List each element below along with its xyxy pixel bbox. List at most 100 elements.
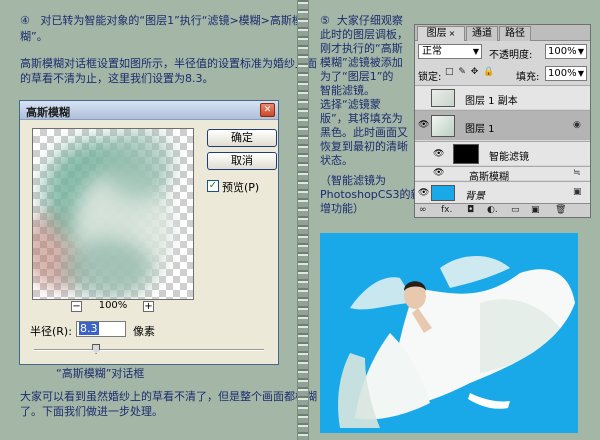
close-icon[interactable]: × <box>449 29 456 38</box>
blur-preview[interactable] <box>32 128 194 300</box>
tab-layers-label: 图层 <box>426 28 447 39</box>
layer-thumbnail <box>431 185 455 201</box>
trash-icon[interactable]: 🗑 <box>555 205 566 215</box>
note-line1: 高斯模糊对话框设置如图所示，半径值的设置标准为婚纱上面 <box>20 57 317 70</box>
step5-line1: ⑤ 大家仔细观察 <box>320 14 403 28</box>
close-button[interactable]: ✕ <box>260 103 275 117</box>
preview-blur-shape <box>103 129 173 199</box>
plus-icon: + <box>144 301 153 312</box>
step5-line: 黑色。此时画面又 <box>320 126 408 139</box>
fx-icon[interactable]: fx. <box>441 205 452 215</box>
minus-icon: − <box>72 301 81 312</box>
step4-text: 对已转为智能对象的“图层1”执行“滤镜>模糊>高斯模 <box>40 14 303 27</box>
chevron-down-icon: ▼ <box>472 47 479 56</box>
blend-mode-value: 正常 <box>422 46 442 57</box>
opacity-label: 不透明度: <box>489 50 533 61</box>
close-icon: ✕ <box>263 105 272 115</box>
opacity-value: 100% <box>548 46 577 57</box>
panel-tabs: 图层 × 通道 路径 <box>415 25 590 41</box>
step5-line: 此时的图层调板， <box>320 28 408 41</box>
blend-mode-select[interactable]: 正常 ▼ <box>418 44 482 59</box>
filter-options-icon[interactable]: ≒ <box>573 168 581 178</box>
filter-mask-thumbnail[interactable] <box>453 144 479 164</box>
add-mask-icon[interactable]: ◘ <box>467 205 474 215</box>
radius-value: 8.3 <box>79 322 99 335</box>
step5-line: 恢复到最初的清晰 <box>320 140 408 153</box>
step4-number: ④ <box>20 14 30 27</box>
eye-icon[interactable]: 👁 <box>433 168 444 178</box>
step5-number: ⑤ <box>320 14 330 27</box>
tutorial-page: ④ 对已转为智能对象的“图层1”执行“滤镜>模糊>高斯模 糊”。 高斯模糊对话框… <box>0 0 600 440</box>
note-line2: 的草看不清为止，这里我们设置为8.3。 <box>20 72 214 85</box>
bride-photo-illustration <box>338 255 575 428</box>
chevron-down-icon: ▼ <box>577 69 584 78</box>
dialog-title-bar: 高斯模糊 ✕ <box>20 101 278 120</box>
eye-icon[interactable]: 👁 <box>418 120 429 130</box>
zoom-in-button[interactable]: + <box>143 301 154 312</box>
step5-note-line: 增功能） <box>320 202 364 215</box>
smart-object-icon: ◉ <box>573 120 581 130</box>
step4-line1: ④ 对已转为智能对象的“图层1”执行“滤镜>模糊>高斯模 <box>20 14 303 28</box>
step5-note-line: （智能滤镜为 <box>320 174 386 187</box>
new-group-icon[interactable]: ▭ <box>511 205 520 215</box>
bride-photo <box>320 233 578 433</box>
fill-label: 填充: <box>516 72 540 83</box>
layer-row-smart-filters[interactable]: 👁 智能滤镜 <box>415 141 590 165</box>
layer-thumbnail <box>431 115 455 137</box>
layer-row-layer1[interactable]: 👁 图层 1 ◉ <box>415 110 590 140</box>
lock-label: 锁定: <box>418 72 442 83</box>
tab-paths-label: 路径 <box>505 28 525 39</box>
layer-name: 智能滤镜 <box>489 152 529 163</box>
radius-label: 半径(R): <box>30 325 72 338</box>
tab-layers[interactable]: 图层 × <box>417 26 465 41</box>
opacity-input[interactable]: 100% ▼ <box>545 44 587 59</box>
step5-line: 智能滤镜。 <box>320 84 375 97</box>
radius-slider-thumb[interactable] <box>92 344 101 354</box>
preview-label: 预览(P) <box>222 181 260 194</box>
preview-blur-shape <box>63 239 153 299</box>
spiral-binding <box>297 0 309 440</box>
zoom-out-button[interactable]: − <box>71 301 82 312</box>
ok-button[interactable]: 确定 <box>207 129 277 147</box>
fill-value: 100% <box>548 68 577 79</box>
layer-row-background[interactable]: 👁 背景 ▣ <box>415 181 590 203</box>
dialog-title: 高斯模糊 <box>26 106 70 119</box>
layer-row-gaussian-blur[interactable]: 👁 高斯模糊 ≒ <box>415 166 590 183</box>
step4-line2: 糊”。 <box>20 30 48 43</box>
check-icon: ✓ <box>208 180 218 191</box>
zoom-level: 100% <box>98 300 128 311</box>
link-icon[interactable]: ∞ <box>419 205 427 215</box>
step5-note-line: PhotoshopCS3的新 <box>320 188 422 201</box>
radius-input[interactable]: 8.3 <box>76 321 126 337</box>
radius-unit: 像素 <box>133 325 155 338</box>
tab-paths[interactable]: 路径 <box>499 26 531 41</box>
new-layer-icon[interactable]: ▣ <box>531 205 540 215</box>
lock-icons[interactable]: □ ✎ ✥ 🔒 <box>445 67 495 77</box>
layer-name: 背景 <box>465 191 485 202</box>
chevron-down-icon: ▼ <box>577 47 584 56</box>
gaussian-blur-dialog: 高斯模糊 ✕ 确定 取消 ✓ 预览(P) − 100% + 半径(R): 8.3… <box>19 100 279 365</box>
panel-bottom-bar: ∞ fx. ◘ ◐. ▭ ▣ 🗑 <box>415 203 590 217</box>
step5-text: 大家仔细观察 <box>336 14 403 27</box>
fill-input[interactable]: 100% ▼ <box>545 66 587 81</box>
adjustment-layer-icon[interactable]: ◐. <box>487 205 498 215</box>
radius-slider-track[interactable] <box>34 349 264 351</box>
cancel-button[interactable]: 取消 <box>207 152 277 170</box>
step5-line: 选择“滤镜蒙 <box>320 98 381 111</box>
step5-line: 模糊”滤镜被添加 <box>320 56 403 69</box>
tab-channels-label: 通道 <box>472 28 492 39</box>
preview-checkbox[interactable]: ✓ <box>207 180 219 192</box>
layer-name: 图层 1 <box>465 124 495 135</box>
bottom-line1: 大家可以看到虽然婚纱上的草看不清了，但是整个画面都模糊 <box>20 390 317 403</box>
eye-icon[interactable]: 👁 <box>418 188 429 198</box>
step5-line: 为了“图层1”的 <box>320 70 394 83</box>
step5-line: 状态。 <box>320 154 353 167</box>
layer-row-copy[interactable]: 图层 1 副本 <box>415 85 590 109</box>
layers-panel: 图层 × 通道 路径 正常 ▼ 不透明度: 100% ▼ 锁定: □ ✎ ✥ 🔒 … <box>414 24 591 218</box>
preview-option[interactable]: ✓ 预览(P) <box>207 178 279 194</box>
step5-line: 刚才执行的“高斯 <box>320 42 403 55</box>
dialog-caption: “高斯模糊”对话框 <box>56 367 145 380</box>
eye-icon[interactable]: 👁 <box>433 149 444 159</box>
layer-name: 图层 1 副本 <box>465 96 518 107</box>
tab-channels[interactable]: 通道 <box>466 26 498 41</box>
